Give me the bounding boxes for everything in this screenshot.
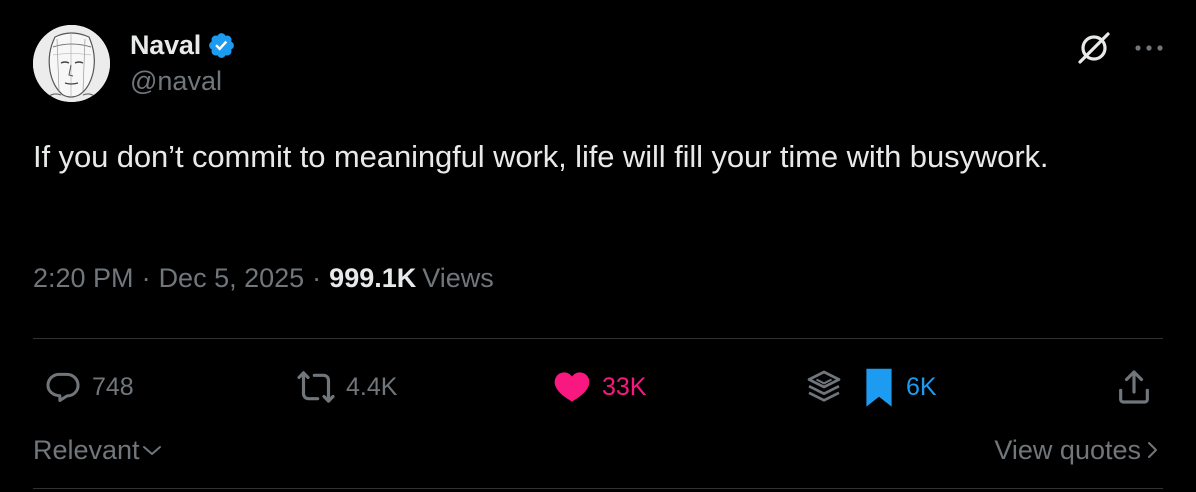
views-count[interactable]: 999.1K: [329, 263, 416, 294]
view-quotes-label: View quotes: [994, 434, 1141, 465]
top-actions: [1074, 28, 1166, 68]
display-name[interactable]: Naval: [130, 30, 201, 61]
handle[interactable]: @naval: [130, 66, 236, 97]
tweet: Naval @naval If you don’t commit to mean…: [0, 0, 1196, 492]
share-icon: [1119, 370, 1149, 404]
more-icon[interactable]: [1132, 31, 1166, 65]
avatar-sketch-icon: [33, 25, 110, 102]
author-block: Naval @naval: [130, 26, 236, 97]
reply-controls: Relevant View quotes: [33, 428, 1163, 472]
sort-replies-dropdown[interactable]: Relevant: [33, 435, 164, 466]
repost-count: 4.4K: [346, 372, 398, 401]
meta-separator: ·: [312, 263, 322, 293]
grok-layers-icon: [807, 370, 841, 402]
reply-icon: [46, 372, 80, 402]
like-button[interactable]: 33K: [552, 362, 646, 412]
grok-analyze-button[interactable]: [804, 362, 844, 412]
chevron-down-icon: [142, 446, 161, 455]
meta-separator: ·: [141, 263, 151, 293]
divider: [33, 488, 1163, 489]
repost-icon: [297, 371, 335, 403]
avatar[interactable]: [33, 25, 110, 102]
chevron-right-icon: [1148, 442, 1157, 458]
grok-icon[interactable]: [1074, 28, 1114, 68]
tweet-date[interactable]: Dec 5, 2025: [159, 263, 305, 294]
view-quotes-link[interactable]: View quotes: [994, 435, 1163, 466]
divider: [33, 338, 1163, 339]
tweet-text: If you don’t commit to meaningful work, …: [33, 139, 1049, 174]
views-label[interactable]: Views: [422, 263, 494, 294]
verified-badge-icon[interactable]: [207, 31, 236, 60]
tweet-meta: 2:20 PM · Dec 5, 2025 · 999.1K Views: [33, 263, 494, 294]
like-count: 33K: [602, 372, 647, 401]
reply-count: 748: [92, 372, 134, 401]
bookmark-count: 6K: [906, 372, 937, 401]
share-button[interactable]: [1114, 362, 1154, 412]
sort-label: Relevant: [33, 434, 140, 465]
reply-button[interactable]: 748: [44, 362, 134, 412]
bookmark-icon: [866, 368, 892, 407]
name-row: Naval: [130, 26, 236, 64]
bookmark-button[interactable]: 6K: [862, 362, 937, 412]
tweet-time[interactable]: 2:20 PM: [33, 263, 134, 294]
like-icon: [554, 372, 590, 402]
action-bar: 748 4.4K 33K 6K: [0, 362, 1196, 412]
repost-button[interactable]: 4.4K: [296, 362, 397, 412]
